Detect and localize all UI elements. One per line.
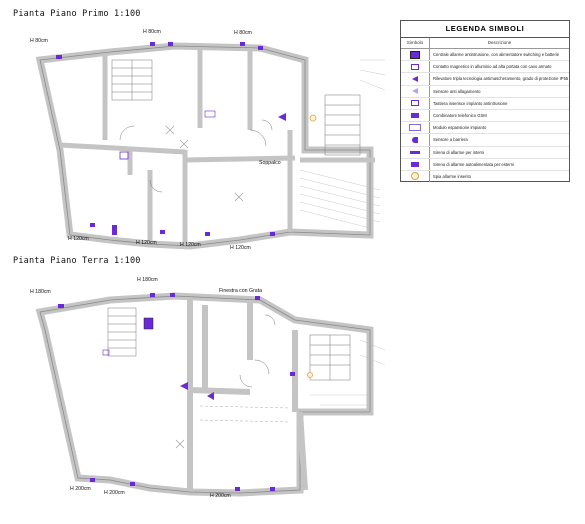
magnetic-contact-icon [290,372,295,376]
magnetic-contact-icon [411,63,419,70]
magnetic-contact-icon [90,478,95,482]
magnetic-contact-icon [160,230,165,234]
magnetic-contact-icon [235,487,240,491]
legend-description: Combinatore telefonico GSM [433,113,487,119]
keypad-icon [411,100,419,107]
ground-floor-plan [35,292,386,497]
magnetic-contact-icon [90,223,95,227]
legend-header: Simbolo Descrizione [401,38,569,49]
control-panel-icon [410,50,420,59]
legend-description: Rilevatore tripla tecnologia antimascher… [433,76,569,82]
legend-description: Sensore a barriera [433,137,468,143]
legend-description: Sirena di allarme per interni [433,149,485,155]
ground-floor-dashes [199,405,291,423]
legend-title: LEGENDA SIMBOLI [401,21,569,38]
ground-floor-doors [239,314,276,388]
height-label: H 120cm [180,242,201,248]
first-floor-plan [35,42,386,250]
legend-row: Sensore a barriera [401,134,569,147]
legend-row: Sirena di allarme per interni [401,146,569,159]
expansion-module-icon [204,110,216,118]
height-label: H 80cm [234,30,252,36]
height-label: H 200cm [104,490,125,496]
first-floor-stairs-right [324,94,361,156]
legend-description: Spia allarme inserito [433,173,471,179]
legend-row: Centrale allarme antintrusione, con alim… [401,49,569,62]
first-floor-title: Pianta Piano Primo 1:100 [13,9,141,19]
triple-sensor-icon [180,382,188,390]
window-label: Finestra con Grata [219,288,262,294]
magnetic-contact-icon [150,42,155,46]
magnetic-contact-icon [270,232,275,236]
room-label-soppalco: Soppalco [259,160,281,166]
legend-description: Centrale allarme antintrusione, con alim… [433,52,560,58]
legend-row: Tastiera inserisce impianto antintrusion… [401,97,569,110]
legend-row: Contatto magnetico in alluminio ad alta … [401,61,569,74]
height-label: H 180cm [137,277,158,283]
magnetic-contact-icon [270,487,275,491]
status-lamp-icon [411,172,419,181]
ground-floor-stairs-right [309,334,351,381]
outdoor-siren-icon [411,161,419,167]
height-label: H 200cm [70,486,91,492]
symbol-legend: LEGENDA SIMBOLI Simbolo Descrizione Cent… [400,20,570,183]
magnetic-contact-icon [258,46,263,50]
indoor-siren-icon [56,55,62,59]
height-label: H 120cm [68,236,89,242]
height-label: H 120cm [230,245,251,251]
ground-floor-stairs-left [107,307,137,357]
height-label: H 80cm [143,29,161,35]
magnetic-contact-icon [205,232,210,236]
magnetic-contact-icon [168,42,173,46]
gsm-dialer-icon [411,113,419,119]
magnetic-contact-icon [150,293,155,297]
ground-floor-title: Pianta Piano Terra 1:100 [13,256,141,266]
legend-row: Spia allarme inserito [401,170,569,183]
status-lamp-icon [309,114,317,122]
control-panel-icon [143,317,154,330]
height-label: H 200cm [210,493,231,499]
legend-row: Sirena di allarme autoalimentata per est… [401,158,569,171]
legend-row: Rilevatore tripla tecnologia antimascher… [401,73,569,86]
expansion-module-icon [409,124,421,132]
outdoor-siren-icon [112,225,117,235]
magnetic-contact-icon [255,296,260,300]
magnetic-contact-icon [240,42,245,46]
ground-floor-x-marks [175,439,185,449]
legend-header-description: Descrizione [487,40,512,45]
magnetic-contact-icon [130,482,135,486]
triple-sensor-icon [278,113,286,121]
first-floor-stairs-left [111,59,153,101]
barrier-sensor-icon [412,136,418,143]
legend-description: Tastiera inserisce impianto antintrusion… [433,100,508,106]
legend-row: Combinatore telefonico GSM [401,109,569,123]
legend-description: Sirena di allarme autoalimentata per est… [433,161,515,167]
ground-floor-hatch [310,339,386,406]
status-lamp-icon [307,372,313,378]
keypad-icon [119,151,129,160]
first-floor-doors [119,119,273,193]
indoor-siren-icon [410,150,420,154]
anti-flood-sensor-icon [412,88,418,95]
legend-description: Modulo espansione impianto [433,125,487,131]
ground-floor-internal-walls [187,300,308,491]
first-floor-x-marks [165,125,244,202]
legend-header-symbol: Simbolo [401,38,430,48]
height-label: H 80cm [30,38,48,44]
triple-sensor-icon [412,75,418,82]
legend-row: Sensore anti allagamento [401,85,569,98]
height-label: H 120cm [136,240,157,246]
indoor-siren-icon [58,304,64,308]
legend-description: Sensore anti allagamento [433,88,481,94]
legend-row: Modulo espansione impianto [401,122,569,135]
height-label: H 180cm [30,289,51,295]
legend-description: Contatto magnetico in alluminio ad alta … [433,64,552,70]
magnetic-contact-icon [170,293,175,297]
ground-floor-devices [58,293,313,491]
